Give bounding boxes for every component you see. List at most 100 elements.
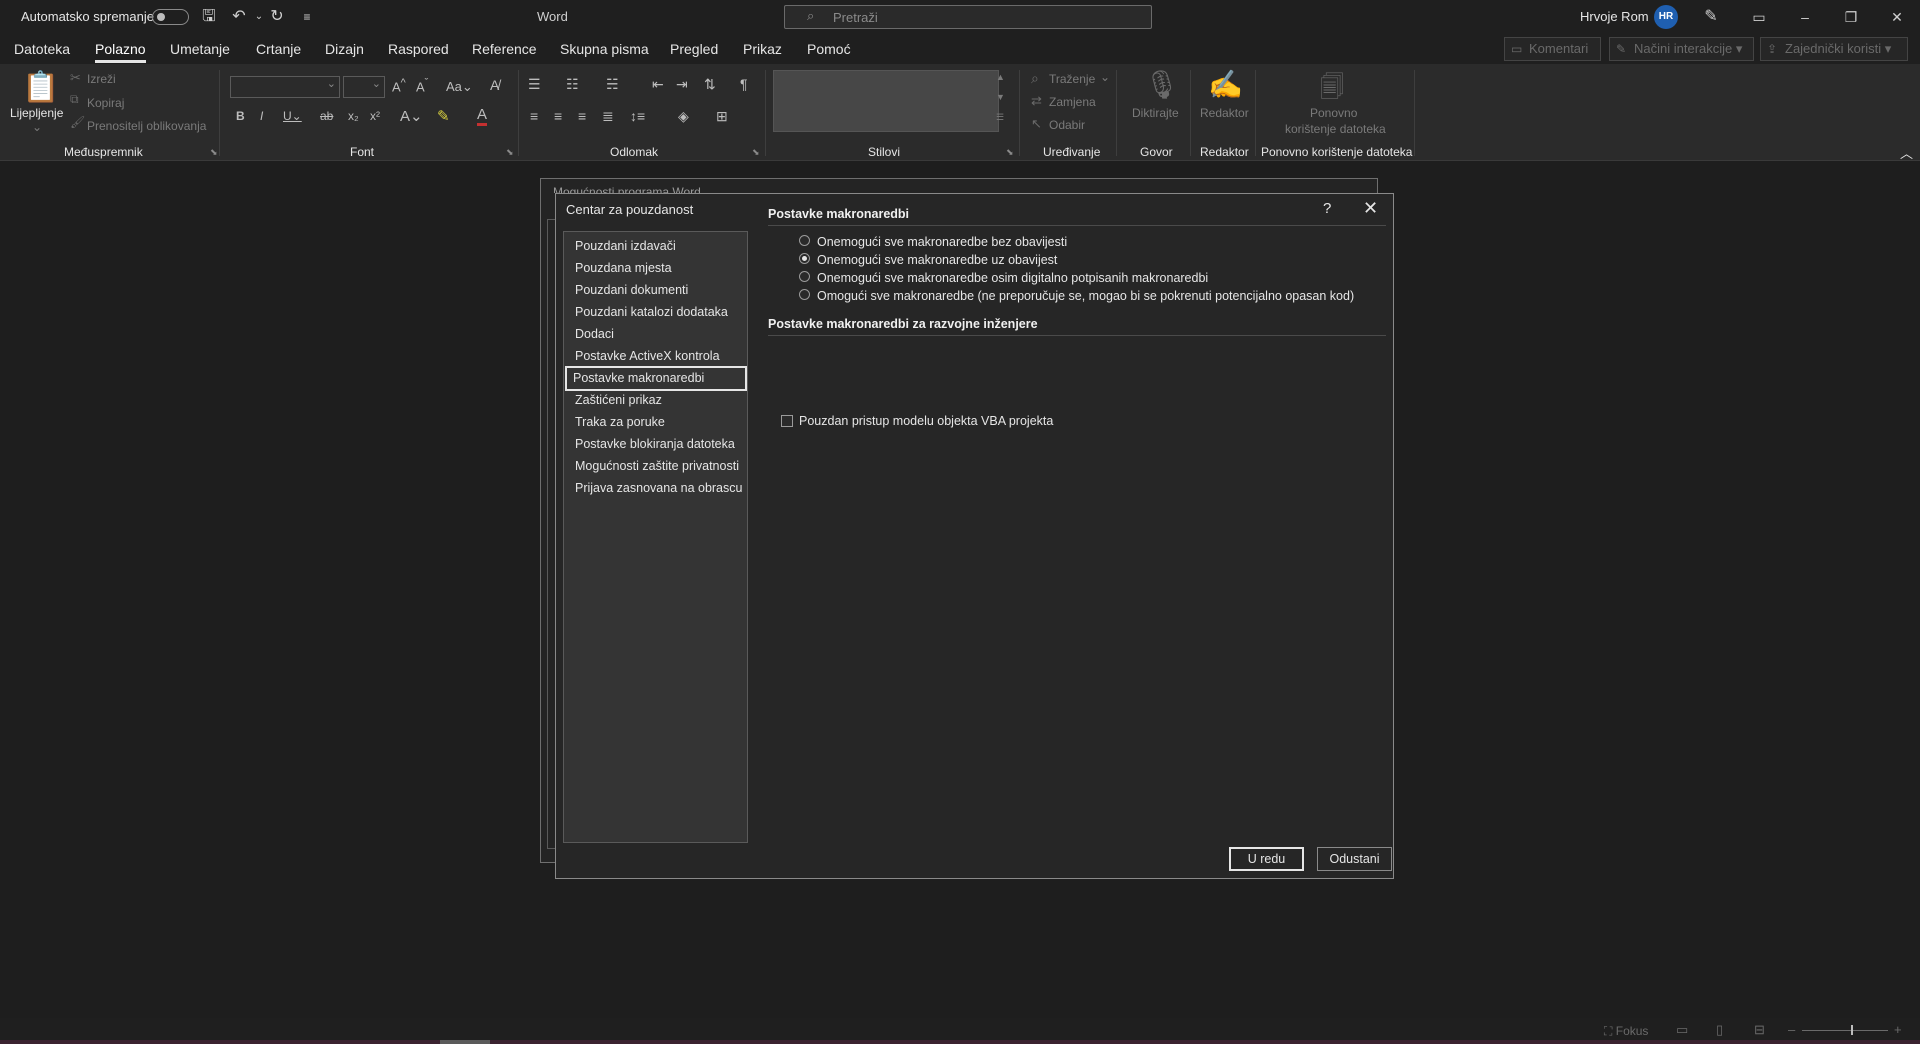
select-label[interactable]: Odabir <box>1049 118 1085 132</box>
underline-icon[interactable]: U⌄ <box>283 109 302 123</box>
styles-scroll-down-icon[interactable]: ▼ <box>996 92 1005 102</box>
numbering-icon[interactable]: ☷ <box>566 76 579 93</box>
styles-scroll-up-icon[interactable]: ▲ <box>996 72 1005 82</box>
user-name[interactable]: Hrvoje Rom <box>1580 9 1649 24</box>
font-name-combo[interactable] <box>230 76 340 98</box>
replace-icon[interactable]: ⇄ <box>1031 93 1042 109</box>
tab-raspored[interactable]: Raspored <box>388 41 449 57</box>
paste-label[interactable]: Lijepljenje <box>10 106 63 120</box>
bullets-icon[interactable]: ☰ <box>528 76 541 93</box>
shrink-font-icon[interactable]: Aˇ <box>416 77 428 94</box>
editor-label[interactable]: Redaktor <box>1200 106 1249 120</box>
tab-dizajn[interactable]: Dizajn <box>325 41 364 57</box>
focus-button[interactable]: ⛶ Fokus <box>1604 1024 1648 1039</box>
format-painter-icon[interactable]: 🖌 <box>70 115 85 129</box>
share-button[interactable]: ⇪ Zajednički koristi ▾ <box>1760 37 1908 61</box>
tab-prikaz[interactable]: Prikaz <box>743 41 782 57</box>
subscript-icon[interactable]: x₂ <box>348 109 359 123</box>
undo-icon[interactable]: ↶ <box>228 6 250 28</box>
radio-disable-no-notification[interactable] <box>799 235 810 246</box>
web-layout-icon[interactable]: ⊟ <box>1754 1022 1765 1038</box>
vba-access-label[interactable]: Pouzdan pristup modelu objekta VBA proje… <box>799 414 1053 428</box>
reuse-files-icon[interactable]: 🗐 <box>1320 70 1344 111</box>
increase-indent-icon[interactable]: ⇥ <box>676 76 688 93</box>
microphone-icon[interactable]: 🎙 <box>1144 68 1180 101</box>
redo-icon[interactable]: ↻ <box>266 6 288 28</box>
zoom-out-icon[interactable]: – <box>1788 1022 1795 1037</box>
decrease-indent-icon[interactable]: ⇤ <box>652 76 664 93</box>
align-left-icon[interactable]: ≡ <box>530 108 538 124</box>
font-color-icon[interactable]: A <box>477 107 488 126</box>
shading-icon[interactable]: ◈ <box>678 108 689 125</box>
select-icon[interactable]: ↖ <box>1031 116 1042 132</box>
line-spacing-icon[interactable]: ↕≡ <box>630 108 645 124</box>
close-icon[interactable]: ✕ <box>1877 4 1917 30</box>
tab-pomoc[interactable]: Pomoć <box>807 41 851 57</box>
font-launcher-icon[interactable]: ⬊ <box>506 147 514 158</box>
editor-icon[interactable]: ✍ <box>1208 68 1243 101</box>
highlight-icon[interactable]: ✎ <box>437 107 450 125</box>
zoom-slider[interactable] <box>1802 1030 1888 1031</box>
styles-more-icon[interactable]: ☰ <box>996 112 1004 123</box>
radio-disable-with-notification[interactable] <box>799 253 810 264</box>
customize-qat-icon[interactable]: ≡ <box>296 6 318 28</box>
text-effects-icon[interactable]: A⌄ <box>400 107 423 125</box>
reuse-label-line2[interactable]: korištenje datoteka <box>1285 122 1386 136</box>
copy-label[interactable]: Kopiraj <box>87 96 124 110</box>
avatar[interactable]: HR <box>1654 5 1678 29</box>
superscript-icon[interactable]: x² <box>370 109 380 123</box>
dictate-label[interactable]: Diktirajte <box>1132 106 1179 120</box>
tab-skupna-pisma[interactable]: Skupna pisma <box>560 41 649 57</box>
sort-icon[interactable]: ⇅ <box>704 76 716 93</box>
reuse-label-line1[interactable]: Ponovno <box>1310 106 1357 120</box>
tab-pregled[interactable]: Pregled <box>670 41 718 57</box>
change-case-icon[interactable]: Aa⌄ <box>446 79 473 95</box>
zoom-in-icon[interactable]: + <box>1894 1022 1902 1037</box>
find-icon[interactable]: ⌕ <box>1031 70 1039 87</box>
paste-dropdown-icon[interactable]: ⌄ <box>32 120 42 134</box>
ribbon-display-icon[interactable]: ▭ <box>1739 4 1779 30</box>
borders-icon[interactable]: ⊞ <box>716 108 728 125</box>
cut-icon[interactable]: ✂ <box>70 70 81 86</box>
minimize-icon[interactable]: – <box>1785 4 1825 30</box>
tab-polazno[interactable]: Polazno <box>95 41 146 63</box>
replace-label[interactable]: Zamjena <box>1049 95 1096 109</box>
paragraph-launcher-icon[interactable]: ⬊ <box>752 147 760 158</box>
show-marks-icon[interactable]: ¶ <box>740 76 748 92</box>
radio-disable-except-signed[interactable] <box>799 271 810 282</box>
radio-enable-all[interactable] <box>799 289 810 300</box>
find-dropdown-icon[interactable]: ⌄ <box>1100 70 1110 84</box>
option-enable-all[interactable]: Omogući sve makronaredbe (ne preporučuje… <box>817 289 1354 303</box>
print-layout-icon[interactable]: ▯ <box>1716 1022 1723 1038</box>
interaction-modes-button[interactable]: ✎ Načini interakcije ▾ <box>1609 37 1754 61</box>
save-icon[interactable]: 🖫 <box>198 6 220 28</box>
vba-access-checkbox[interactable] <box>781 415 793 427</box>
read-mode-icon[interactable]: ▭ <box>1676 1022 1688 1038</box>
styles-gallery[interactable] <box>773 70 999 132</box>
strikethrough-icon[interactable]: ab <box>320 109 333 123</box>
tab-crtanje[interactable]: Crtanje <box>256 41 301 57</box>
font-size-combo[interactable] <box>343 76 385 98</box>
collapse-ribbon-icon[interactable]: ︿ <box>1900 143 1913 162</box>
zoom-thumb[interactable] <box>1851 1025 1853 1035</box>
cancel-button[interactable]: Odustani <box>1317 847 1392 871</box>
tab-datoteka[interactable]: Datoteka <box>14 41 70 57</box>
clipboard-launcher-icon[interactable]: ⬊ <box>210 147 218 158</box>
option-disable-no-notification[interactable]: Onemogući sve makronaredbe bez obavijest… <box>817 235 1067 249</box>
restore-icon[interactable]: ❐ <box>1831 4 1871 30</box>
align-center-icon[interactable]: ≡ <box>554 108 562 124</box>
ok-button[interactable]: U redu <box>1229 847 1304 871</box>
cut-label[interactable]: Izreži <box>87 72 116 86</box>
tab-umetanje[interactable]: Umetanje <box>170 41 230 57</box>
format-painter-label[interactable]: Prenositelj oblikovanja <box>87 119 206 133</box>
nav-item-form-based-signin[interactable]: Prijava zasnovana na obrascu <box>567 476 744 501</box>
option-disable-with-notification[interactable]: Onemogući sve makronaredbe uz obavijest <box>817 253 1057 267</box>
copy-icon[interactable]: ⧉ <box>70 92 79 107</box>
bold-icon[interactable]: B <box>236 109 245 123</box>
autosave-toggle[interactable] <box>152 9 189 25</box>
tab-reference[interactable]: Reference <box>472 41 537 57</box>
multilevel-list-icon[interactable]: ☵ <box>606 76 619 93</box>
option-disable-except-signed[interactable]: Onemogući sve makronaredbe osim digitaln… <box>817 271 1208 285</box>
justify-icon[interactable]: ≣ <box>602 108 614 125</box>
comments-button[interactable]: ▭ Komentari <box>1504 37 1601 61</box>
